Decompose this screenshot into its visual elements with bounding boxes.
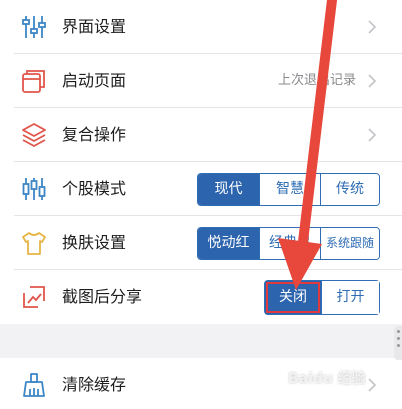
- chevron-right-icon: [364, 127, 380, 143]
- settings-row-label: 截图后分享: [62, 287, 143, 306]
- watermark: Baidu 经验: [288, 371, 366, 387]
- chevron-right-icon: [364, 73, 380, 89]
- skin-segmented-control: 悦动红 经典黑 系统跟随: [197, 227, 380, 260]
- settings-row-label: 个股模式: [62, 179, 127, 198]
- layers-icon: [20, 121, 48, 149]
- settings-row-share-after-screenshot: 截图后分享 关闭 打开: [0, 270, 402, 324]
- share-option-on[interactable]: 打开: [321, 281, 379, 314]
- scroll-handle[interactable]: [394, 326, 402, 360]
- stock-mode-option-smart[interactable]: 智慧: [259, 174, 320, 205]
- sliders-icon: [20, 13, 48, 41]
- skin-option-classic-black[interactable]: 经典黑: [259, 228, 320, 259]
- settings-row-startup-page[interactable]: 启动页面 上次退出记录: [0, 54, 402, 108]
- settings-row-label: 复合操作: [62, 125, 127, 144]
- skin-option-follow-system[interactable]: 系统跟随: [320, 228, 379, 259]
- settings-row-label: 换肤设置: [62, 233, 127, 252]
- settings-row-stock-mode: 个股模式 现代 智慧 传统: [0, 162, 402, 216]
- pages-icon: [20, 67, 48, 95]
- startup-page-value: 上次退出记录: [277, 73, 356, 88]
- broom-icon: [20, 371, 48, 399]
- settings-row-skin: 换肤设置 悦动红 经典黑 系统跟随: [0, 216, 402, 270]
- settings-row-label: 清除缓存: [62, 375, 127, 394]
- chevron-right-icon: [364, 377, 380, 393]
- tshirt-icon: [20, 229, 48, 257]
- settings-row-label: 界面设置: [62, 17, 127, 36]
- stock-mode-option-modern[interactable]: 现代: [198, 174, 259, 205]
- section-gap: [0, 324, 402, 358]
- stock-mode-segmented-control: 现代 智慧 传统: [197, 173, 380, 206]
- settings-row-interface[interactable]: 界面设置: [0, 0, 402, 54]
- candlestick-icon: [20, 175, 48, 203]
- share-option-off[interactable]: 关闭: [265, 281, 321, 314]
- share-after-screenshot-toggle: 关闭 打开: [264, 280, 380, 315]
- skin-option-vibrant-red[interactable]: 悦动红: [198, 228, 259, 259]
- screenshot-icon: [20, 283, 48, 311]
- settings-row-compound-operation[interactable]: 复合操作: [0, 108, 402, 162]
- chevron-right-icon: [364, 19, 380, 35]
- stock-mode-option-traditional[interactable]: 传统: [320, 174, 379, 205]
- settings-row-label: 启动页面: [62, 71, 127, 90]
